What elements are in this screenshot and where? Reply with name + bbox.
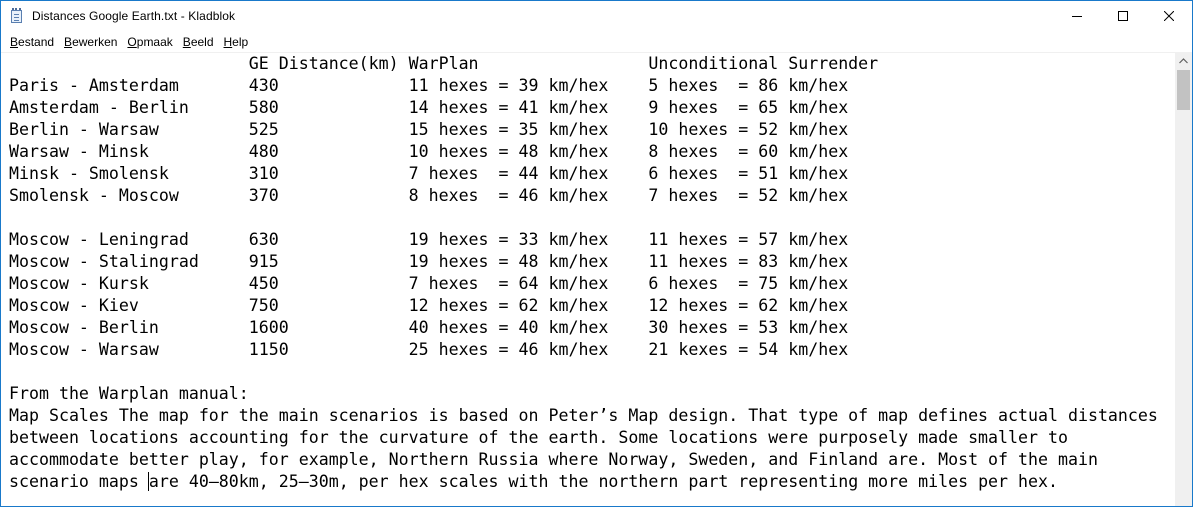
menu-view[interactable]: Beeld [178, 35, 219, 49]
minimize-icon [1072, 16, 1082, 17]
notepad-window: Distances Google Earth.txt - Kladblok Be… [0, 0, 1193, 507]
maximize-icon [1118, 11, 1128, 21]
notepad-app-icon[interactable] [10, 8, 24, 24]
table-header-line: GE Distance(km) WarPlan Unconditional Su… [9, 54, 879, 73]
window-controls [1054, 1, 1192, 31]
menu-format[interactable]: Opmaak [122, 35, 177, 49]
chevron-up-icon [1179, 57, 1188, 63]
text-line: Amsterdam - Berlin 580 14 hexes = 41 km/… [9, 98, 849, 117]
menu-bar: Bestand Bewerken Opmaak Beeld Help [1, 31, 1192, 52]
menu-help[interactable]: Help [219, 35, 254, 49]
text-line: accommodate better play, for example, No… [9, 450, 1098, 469]
text-line-after-caret: are 40–80km, 25–30m, per hex scales with… [148, 472, 1058, 491]
vertical-scrollbar[interactable] [1175, 52, 1192, 506]
text-editor-area[interactable]: GE Distance(km) WarPlan Unconditional Su… [1, 52, 1176, 506]
menu-file[interactable]: Bestand [5, 35, 59, 49]
text-line: between locations accounting for the cur… [9, 428, 1068, 447]
text-line-before-caret: scenario maps [9, 472, 149, 491]
close-icon [1164, 11, 1174, 21]
window-title: Distances Google Earth.txt - Kladblok [32, 9, 236, 23]
maximize-button[interactable] [1100, 1, 1146, 31]
text-line: Berlin - Warsaw 525 15 hexes = 35 km/hex… [9, 120, 849, 139]
text-line: Moscow - Stalingrad 915 19 hexes = 48 km… [9, 252, 849, 271]
text-line: Smolensk - Moscow 370 8 hexes = 46 km/he… [9, 186, 849, 205]
menu-edit[interactable]: Bewerken [59, 35, 122, 49]
text-line: Moscow - Kiev 750 12 hexes = 62 km/hex 1… [9, 296, 849, 315]
text-line: Map Scales The map for the main scenario… [9, 406, 1158, 425]
scroll-up-button[interactable] [1175, 52, 1192, 69]
close-button[interactable] [1146, 1, 1192, 31]
text-line: From the Warplan manual: [9, 384, 249, 403]
text-line: Paris - Amsterdam 430 11 hexes = 39 km/h… [9, 76, 849, 95]
text-line: Moscow - Berlin 1600 40 hexes = 40 km/he… [9, 318, 849, 337]
scrollbar-thumb[interactable] [1177, 70, 1190, 110]
text-line: Minsk - Smolensk 310 7 hexes = 44 km/hex… [9, 164, 849, 183]
minimize-button[interactable] [1054, 1, 1100, 31]
text-line: Moscow - Kursk 450 7 hexes = 64 km/hex 6… [9, 274, 849, 293]
document-text[interactable]: GE Distance(km) WarPlan Unconditional Su… [1, 53, 1176, 493]
title-bar[interactable]: Distances Google Earth.txt - Kladblok [1, 1, 1192, 31]
text-line: Moscow - Warsaw 1150 25 hexes = 46 km/he… [9, 340, 849, 359]
text-line: Moscow - Leningrad 630 19 hexes = 33 km/… [9, 230, 849, 249]
text-line: Warsaw - Minsk 480 10 hexes = 48 km/hex … [9, 142, 849, 161]
